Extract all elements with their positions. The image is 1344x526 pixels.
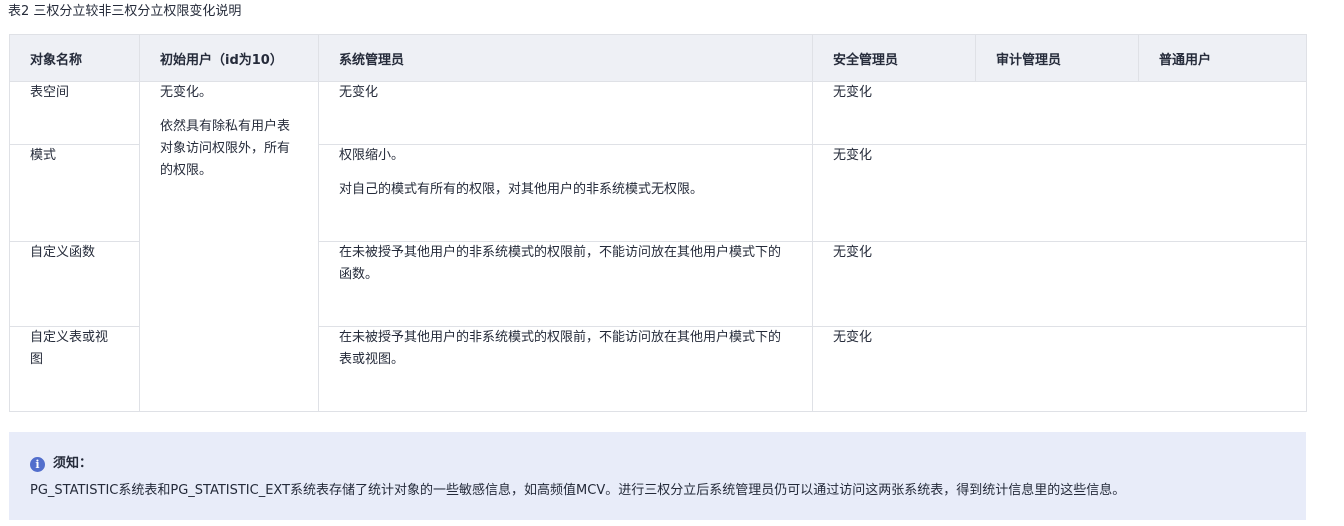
- system-admin-line: 无变化: [339, 85, 379, 100]
- header-initial-user: 初始用户（id为10）: [139, 34, 319, 82]
- object-name-cell: 自定义表或视图: [9, 326, 140, 412]
- table-header-row: 对象名称 初始用户（id为10） 系统管理员 安全管理员 审计管理员 普通用户: [9, 34, 1307, 82]
- system-admin-line: 在未被授予其他用户的非系统模式的权限前，不能访问放在其他用户模式下的函数。: [339, 245, 782, 282]
- system-admin-line: 对自己的模式有所有的权限，对其他用户的非系统模式无权限。: [339, 182, 704, 197]
- initial-user-line: 无变化。: [160, 85, 213, 100]
- table-caption: 表2 三权分立较非三权分立权限变化说明: [8, 4, 242, 19]
- system-admin-cell: 权限缩小。 对自己的模式有所有的权限，对其他用户的非系统模式无权限。: [318, 144, 813, 242]
- object-name-cell: 模式: [9, 144, 140, 242]
- notice-body: PG_STATISTIC系统表和PG_STATISTIC_EXT系统表存储了统计…: [30, 483, 1126, 498]
- other-admins-cell: 无变化: [812, 81, 1307, 145]
- system-admin-line: 在未被授予其他用户的非系统模式的权限前，不能访问放在其他用户模式下的表或视图。: [339, 330, 782, 367]
- permission-change-table: 对象名称 初始用户（id为10） 系统管理员 安全管理员 审计管理员 普通用户 …: [9, 34, 1307, 412]
- header-security-admin: 安全管理员: [812, 34, 976, 82]
- system-admin-line: 权限缩小。: [339, 148, 405, 163]
- other-admins-cell: 无变化: [812, 241, 1307, 327]
- info-icon: i: [30, 456, 45, 472]
- system-admin-cell: 无变化: [318, 81, 813, 145]
- system-admin-cell: 在未被授予其他用户的非系统模式的权限前，不能访问放在其他用户模式下的函数。: [318, 241, 813, 327]
- object-name-cell: 表空间: [9, 81, 140, 145]
- other-admins-cell: 无变化: [812, 326, 1307, 412]
- notice-title: 须知：: [53, 456, 93, 471]
- header-normal-user: 普通用户: [1138, 34, 1307, 82]
- header-system-admin: 系统管理员: [318, 34, 813, 82]
- other-admins-cell: 无变化: [812, 144, 1307, 242]
- object-name-cell: 自定义函数: [9, 241, 140, 327]
- notice-header: i 须知：: [30, 454, 1286, 474]
- initial-user-cell: 无变化。 依然具有除私有用户表对象访问权限外，所有的权限。: [139, 81, 319, 412]
- notice-box: i 须知： PG_STATISTIC系统表和PG_STATISTIC_EXT系统…: [9, 432, 1306, 520]
- system-admin-cell: 在未被授予其他用户的非系统模式的权限前，不能访问放在其他用户模式下的表或视图。: [318, 326, 813, 412]
- header-object-name: 对象名称: [9, 34, 140, 82]
- header-audit-admin: 审计管理员: [975, 34, 1139, 82]
- initial-user-line: 依然具有除私有用户表对象访问权限外，所有的权限。: [160, 119, 291, 178]
- table-row: 表空间 无变化。 依然具有除私有用户表对象访问权限外，所有的权限。 无变化 无变…: [9, 81, 1307, 412]
